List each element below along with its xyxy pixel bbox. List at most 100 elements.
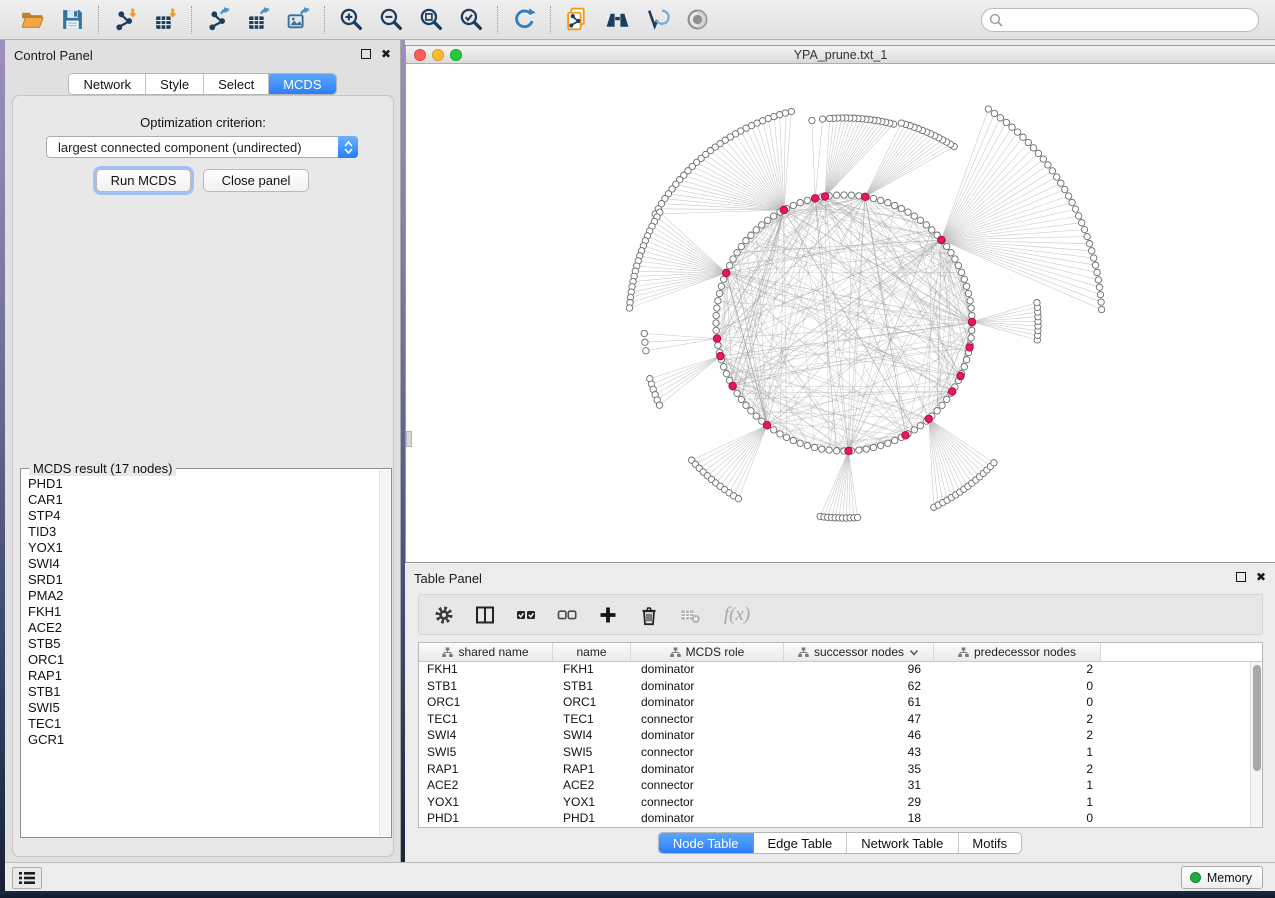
main-toolbar	[0, 0, 1275, 40]
function-builder-button: f(x)	[719, 603, 755, 627]
mcds-result-item[interactable]: GCR1	[28, 732, 378, 748]
float-panel-icon[interactable]	[361, 49, 371, 59]
search-input[interactable]	[1003, 13, 1258, 28]
import-table-button[interactable]	[149, 4, 181, 36]
mcds-result-item[interactable]: PHD1	[28, 476, 378, 492]
show-column-panel-icon	[474, 604, 496, 626]
memory-button[interactable]: Memory	[1181, 866, 1263, 889]
search-box[interactable]	[981, 8, 1259, 32]
table-scrollbar-thumb[interactable]	[1253, 665, 1261, 771]
mcds-result-group: MCDS result (17 nodes) PHD1CAR1STP4TID3Y…	[20, 468, 392, 838]
table-cell: 46	[784, 728, 934, 745]
mcds-result-item[interactable]: PMA2	[28, 588, 378, 604]
tab-style[interactable]: Style	[146, 74, 204, 94]
unselect-all-button[interactable]	[555, 603, 579, 627]
table-row[interactable]: RAP1RAP1dominator352	[419, 762, 1262, 779]
mcds-result-item[interactable]: TEC1	[28, 716, 378, 732]
table-settings-gear-button[interactable]	[432, 603, 456, 627]
close-panel-icon[interactable]: ✖	[380, 48, 392, 60]
table-row[interactable]: TEC1TEC1connector472	[419, 712, 1262, 729]
column-header-successor-nodes[interactable]: successor nodes	[784, 643, 934, 661]
table-row[interactable]: STB1STB1dominator620	[419, 679, 1262, 696]
mcds-result-item[interactable]: FKH1	[28, 604, 378, 620]
open-file-button[interactable]	[16, 4, 48, 36]
mcds-result-item[interactable]: YOX1	[28, 540, 378, 556]
table-row[interactable]: SWI5SWI5connector431	[419, 745, 1262, 762]
add-column-icon	[597, 604, 619, 626]
mcds-result-item[interactable]: ACE2	[28, 620, 378, 636]
mcds-result-item[interactable]: RAP1	[28, 668, 378, 684]
result-scrollbar[interactable]	[379, 470, 390, 836]
mcds-result-item[interactable]: SWI5	[28, 700, 378, 716]
table-row[interactable]: SWI4SWI4dominator462	[419, 728, 1262, 745]
export-table-button[interactable]	[242, 4, 274, 36]
table-row[interactable]: FKH1FKH1dominator962	[419, 662, 1262, 679]
run-mcds-button[interactable]: Run MCDS	[96, 169, 191, 192]
mcds-result-item[interactable]: STB1	[28, 684, 378, 700]
criterion-select[interactable]: largest connected component (undirected)	[46, 136, 358, 158]
network-from-selection-icon	[564, 6, 591, 33]
tab-mcds[interactable]: MCDS	[269, 74, 335, 94]
mcds-result-item[interactable]: TID3	[28, 524, 378, 540]
graphics-details-toggle-button[interactable]	[681, 4, 713, 36]
table-row[interactable]: ACE2ACE2connector311	[419, 778, 1262, 795]
panel-list-button[interactable]	[12, 867, 42, 889]
close-panel-button[interactable]: Close panel	[203, 169, 309, 192]
mcds-result-item[interactable]: STB5	[28, 636, 378, 652]
table-row[interactable]: YOX1YOX1connector291	[419, 795, 1262, 812]
delete-column-button[interactable]	[637, 603, 661, 627]
mcds-result-item[interactable]: SRD1	[28, 572, 378, 588]
export-image-button[interactable]	[282, 4, 314, 36]
tab-network[interactable]: Network	[69, 74, 146, 94]
network-window-titlebar[interactable]: YPA_prune.txt_1	[406, 46, 1275, 64]
show-column-panel-button[interactable]	[473, 603, 497, 627]
tab-edge-table[interactable]: Edge Table	[753, 833, 847, 853]
close-table-panel-icon[interactable]: ✖	[1255, 571, 1267, 583]
refresh-view-button[interactable]	[508, 4, 540, 36]
zoom-selected-button[interactable]	[455, 4, 487, 36]
zoom-fit-icon	[418, 6, 445, 33]
table-scrollbar[interactable]	[1250, 662, 1262, 827]
save-session-button[interactable]	[56, 4, 88, 36]
table-cell: PHD1	[419, 811, 553, 828]
tab-node-table[interactable]: Node Table	[659, 833, 754, 853]
splitter-handle[interactable]	[406, 431, 412, 447]
memory-status-icon	[1190, 872, 1201, 883]
find-binoculars-button[interactable]	[601, 4, 633, 36]
column-header-MCDS-role[interactable]: MCDS role	[631, 643, 784, 661]
column-header-name[interactable]: name	[553, 643, 631, 661]
mcds-result-item[interactable]: STP4	[28, 508, 378, 524]
mcds-result-list: PHD1CAR1STP4TID3YOX1SWI4SRD1PMA2FKH1ACE2…	[21, 476, 378, 836]
network-canvas[interactable]	[406, 64, 1274, 562]
add-column-button[interactable]	[596, 603, 620, 627]
table-cell: TEC1	[419, 712, 553, 729]
mcds-result-item[interactable]: ORC1	[28, 652, 378, 668]
select-all-button[interactable]	[514, 603, 538, 627]
tab-motifs[interactable]: Motifs	[958, 833, 1021, 853]
column-label: shared name	[458, 645, 528, 659]
table-cell: connector	[631, 778, 784, 795]
zoom-out-button[interactable]	[375, 4, 407, 36]
table-row[interactable]: ORC1ORC1dominator610	[419, 695, 1262, 712]
import-table-icon	[152, 6, 179, 33]
mcds-result-item[interactable]: SWI4	[28, 556, 378, 572]
mcds-result-item[interactable]: CAR1	[28, 492, 378, 508]
tab-select[interactable]: Select	[204, 74, 269, 94]
table-row[interactable]: PHD1PHD1dominator180	[419, 811, 1262, 828]
table-cell: STB1	[553, 679, 631, 696]
column-header-shared-name[interactable]: shared name	[419, 643, 553, 661]
zoom-fit-button[interactable]	[415, 4, 447, 36]
export-network-button[interactable]	[202, 4, 234, 36]
column-header-predecessor-nodes[interactable]: predecessor nodes	[934, 643, 1101, 661]
network-from-selection-button[interactable]	[561, 4, 593, 36]
select-stepper-icon	[338, 136, 358, 158]
table-cell: FKH1	[553, 662, 631, 679]
tab-network-table[interactable]: Network Table	[847, 833, 958, 853]
control-panel-title: Control Panel	[14, 48, 93, 63]
vizmapper-toggle-button[interactable]	[641, 4, 673, 36]
table-panel-tabs: Node TableEdge TableNetwork TableMotifs	[658, 832, 1022, 854]
desktop-background	[0, 891, 1275, 898]
zoom-in-button[interactable]	[335, 4, 367, 36]
float-table-panel-icon[interactable]	[1236, 572, 1246, 582]
import-network-button[interactable]	[109, 4, 141, 36]
